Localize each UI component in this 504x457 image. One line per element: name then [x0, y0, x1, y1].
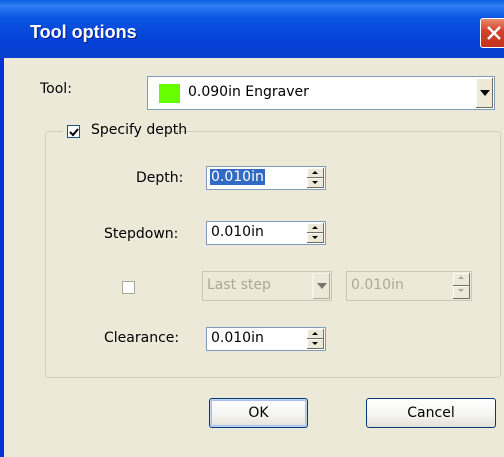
tool-label: Tool:: [40, 81, 72, 97]
last-step-select-value: Last step: [207, 277, 271, 293]
spin-down-icon[interactable]: [307, 339, 324, 349]
window-title: Tool options: [30, 22, 137, 42]
spin-down-icon[interactable]: [307, 233, 324, 243]
spin-down-icon[interactable]: [307, 178, 324, 188]
chevron-down-icon[interactable]: [475, 78, 493, 108]
tool-select[interactable]: 0.090in Engraver: [147, 76, 495, 110]
spin-up-icon[interactable]: [307, 223, 324, 233]
spin-up-icon[interactable]: [453, 273, 470, 286]
depth-spin-buttons[interactable]: [307, 168, 324, 188]
clearance-spin-buttons[interactable]: [307, 329, 324, 349]
tool-color-swatch: [159, 84, 180, 103]
specify-depth-label: Specify depth: [91, 122, 188, 138]
spin-up-icon[interactable]: [307, 168, 324, 178]
stepdown-input[interactable]: 0.010in: [211, 224, 264, 240]
depth-spinner[interactable]: 0.010in: [206, 166, 326, 190]
stepdown-label: Stepdown:: [104, 226, 179, 242]
stepdown-spinner[interactable]: 0.010in: [206, 221, 326, 245]
checkmark-icon: [69, 128, 79, 137]
stepdown-spin-buttons[interactable]: [307, 223, 324, 243]
tool-options-dialog: Tool options Tool: 0.090in Engraver Spec…: [0, 0, 504, 457]
last-step-spin-buttons[interactable]: [453, 273, 470, 299]
last-step-input[interactable]: 0.010in: [351, 277, 404, 293]
tool-select-value: 0.090in Engraver: [188, 84, 309, 100]
last-step-spinner[interactable]: 0.010in: [346, 271, 472, 301]
last-step-checkbox[interactable]: [122, 281, 135, 294]
depth-input[interactable]: 0.010in: [210, 169, 265, 185]
clearance-spinner[interactable]: 0.010in: [206, 327, 326, 351]
title-bar[interactable]: Tool options: [0, 0, 504, 58]
depth-label: Depth:: [136, 170, 184, 186]
clearance-label: Clearance:: [104, 330, 180, 346]
chevron-down-icon[interactable]: [312, 273, 330, 299]
spin-down-icon[interactable]: [453, 286, 470, 299]
cancel-button[interactable]: Cancel: [366, 398, 496, 428]
spin-up-icon[interactable]: [307, 329, 324, 339]
clearance-input[interactable]: 0.010in: [211, 330, 264, 346]
ok-button[interactable]: OK: [209, 398, 308, 428]
specify-depth-toggle[interactable]: Specify depth: [63, 121, 187, 141]
close-button[interactable]: [480, 18, 504, 48]
last-step-select[interactable]: Last step: [202, 271, 332, 301]
specify-depth-checkbox[interactable]: [67, 125, 80, 138]
close-icon: [487, 26, 501, 40]
